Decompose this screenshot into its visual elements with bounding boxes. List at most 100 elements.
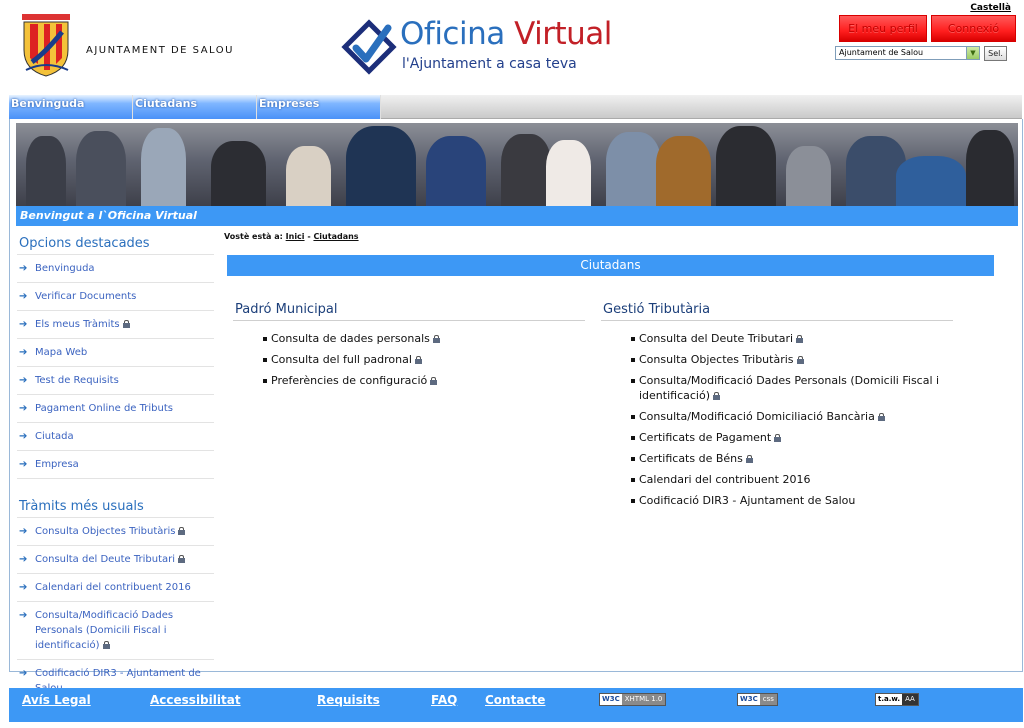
breadcrumb-current-link[interactable]: Ciutadans — [313, 232, 358, 241]
common-procedures-list: ➔ Consulta Objectes Tributàris ➔ Consulta d… — [17, 518, 214, 703]
sidebar-item-label[interactable]: Mapa Web — [35, 347, 87, 358]
breadcrumb: Vostè està a: Inici - Ciutadans — [224, 232, 359, 241]
connect-button[interactable]: Connexió — [931, 15, 1016, 42]
sidebar-item[interactable]: ➔ Consulta/Modificació Dades Personals (D… — [17, 602, 214, 660]
service-list-item[interactable]: Consulta de dades personals — [233, 331, 585, 346]
service-link[interactable]: Preferències de configuració — [271, 374, 427, 387]
my-profile-button[interactable]: El meu perfil — [839, 15, 927, 42]
footer-link-faq[interactable]: FAQ — [431, 693, 457, 707]
arrow-bullet-icon: ➔ — [19, 459, 28, 470]
service-list-item[interactable]: Codificació DIR3 - Ajuntament de Salou — [601, 493, 953, 508]
sidebar-item-label[interactable]: Empresa — [35, 459, 79, 470]
sidebar-item[interactable]: ➔ Mapa Web — [17, 339, 214, 367]
arrow-bullet-icon: ➔ — [19, 263, 28, 274]
service-list-item[interactable]: Consulta/Modificació Dades Personals (Do… — [601, 373, 953, 403]
sidebar-item[interactable]: ➔ Calendari del contribuent 2016 — [17, 574, 214, 602]
tab-benvinguda[interactable]: Benvinguda — [9, 95, 133, 119]
sidebar-item[interactable]: ➔ Els meus Tràmits — [17, 311, 214, 339]
sidebar-item-label[interactable]: Pagament Online de Tributs — [35, 403, 173, 414]
w3c-xhtml-badge-left: W3C — [600, 694, 622, 705]
service-list-item[interactable]: Consulta del Deute Tributari — [601, 331, 953, 346]
service-link[interactable]: Consulta Objectes Tributàris — [639, 353, 794, 366]
header-banner-photo — [16, 123, 1018, 206]
square-bullet-icon — [631, 499, 635, 503]
sidebar-item-label[interactable]: Benvinguda — [35, 263, 95, 274]
service-list-item[interactable]: Certificats de Pagament — [601, 430, 953, 445]
service-link[interactable]: Calendari del contribuent 2016 — [639, 473, 810, 486]
w3c-css-badge[interactable]: W3C css — [737, 693, 778, 706]
sidebar-item[interactable]: ➔ Verificar Documents — [17, 283, 214, 311]
service-list-item[interactable]: Calendari del contribuent 2016 — [601, 472, 953, 487]
site-title-part1: Oficina — [400, 16, 505, 52]
sidebar-item[interactable]: ➔ Consulta del Deute Tributari — [17, 546, 214, 574]
w3c-xhtml-badge[interactable]: W3C XHTML 1.0 — [599, 693, 667, 706]
sidebar-item-label-wrap: Consulta/Modificació Dades Personals (Do… — [35, 608, 214, 653]
arrow-bullet-icon: ➔ — [19, 431, 28, 442]
featured-options-title: Opcions destacades — [17, 236, 214, 255]
sidebar-item-label-wrap: Empresa — [35, 457, 214, 472]
chevron-down-icon[interactable]: ▼ — [966, 47, 979, 59]
square-bullet-icon — [631, 478, 635, 482]
arrow-bullet-icon: ➔ — [19, 554, 28, 565]
arrow-bullet-icon: ➔ — [19, 526, 28, 537]
breadcrumb-prefix: Vostè està a: — [224, 232, 283, 241]
sidebar: Opcions destacades ➔ Benvinguda ➔ Verificar… — [17, 236, 214, 703]
square-bullet-icon — [263, 337, 267, 341]
sidebar-item[interactable]: ➔ Pagament Online de Tributs — [17, 395, 214, 423]
site-tagline: l'Ajuntament a casa teva — [402, 56, 577, 72]
sidebar-item-label[interactable]: Test de Requisits — [35, 375, 119, 386]
service-link[interactable]: Codificació DIR3 - Ajuntament de Salou — [639, 494, 855, 507]
padro-municipal-list: Consulta de dades personals Consulta del … — [233, 331, 585, 388]
square-bullet-icon — [631, 379, 635, 383]
sidebar-item-label[interactable]: Consulta Objectes Tributàris — [35, 526, 175, 537]
service-link[interactable]: Consulta/Modificació Dades Personals (Do… — [639, 374, 939, 402]
salou-coat-of-arms-logo — [22, 14, 70, 77]
sidebar-item-label[interactable]: Els meus Tràmits — [35, 319, 120, 330]
sidebar-item[interactable]: ➔ Consulta Objectes Tributàris — [17, 518, 214, 546]
square-bullet-icon — [263, 379, 267, 383]
lock-icon — [178, 555, 186, 563]
lock-icon — [414, 356, 422, 364]
sidebar-item-label[interactable]: Calendari del contribuent 2016 — [35, 582, 191, 593]
taw-aa-badge[interactable]: t.a.w. AA — [875, 693, 919, 706]
tab-empreses[interactable]: Empreses — [257, 95, 381, 119]
select-entity-button[interactable]: Sel. — [984, 46, 1007, 61]
sidebar-item-label[interactable]: Consulta del Deute Tributari — [35, 554, 175, 565]
sidebar-item-label[interactable]: Ciutada — [35, 431, 74, 442]
service-list-item[interactable]: Consulta del full padronal — [233, 352, 585, 367]
sidebar-item-label-wrap: Pagament Online de Tributs — [35, 401, 214, 416]
padro-municipal-section: Padró Municipal Consulta de dades person… — [233, 302, 585, 394]
service-link[interactable]: Consulta/Modificació Domiciliació Bancàr… — [639, 410, 875, 423]
entity-select[interactable]: Ajuntament de Salou ▼ — [835, 46, 980, 60]
service-list-item[interactable]: Certificats de Béns — [601, 451, 953, 466]
service-link[interactable]: Certificats de Béns — [639, 452, 743, 465]
service-link[interactable]: Consulta del full padronal — [271, 353, 412, 366]
service-list-item[interactable]: Consulta Objectes Tributàris — [601, 352, 953, 367]
tab-ciutadans[interactable]: Ciutadans — [133, 95, 257, 119]
header: AJUNTAMENT DE SALOU Oficina Virtual l'Aj… — [0, 0, 1024, 92]
arrow-bullet-icon: ➔ — [19, 610, 28, 621]
breadcrumb-home-link[interactable]: Inici — [286, 232, 305, 241]
service-link[interactable]: Consulta del Deute Tributari — [639, 332, 793, 345]
taw-aa-badge-left: t.a.w. — [876, 694, 903, 705]
service-link[interactable]: Certificats de Pagament — [639, 431, 771, 444]
arrow-bullet-icon: ➔ — [19, 403, 28, 414]
oficina-virtual-check-logo — [341, 19, 397, 75]
footer-link-legal[interactable]: Avís Legal — [22, 693, 91, 707]
sidebar-item-label[interactable]: Verificar Documents — [35, 291, 136, 302]
square-bullet-icon — [631, 457, 635, 461]
sidebar-item[interactable]: ➔ Benvinguda — [17, 255, 214, 283]
footer-link-accessibility[interactable]: Accessibilitat — [150, 693, 241, 707]
sidebar-item[interactable]: ➔ Ciutada — [17, 423, 214, 451]
service-list-item[interactable]: Preferències de configuració — [233, 373, 585, 388]
sidebar-item[interactable]: ➔ Test de Requisits — [17, 367, 214, 395]
main-navigation: Benvinguda Ciutadans Empreses — [9, 95, 1022, 119]
language-link[interactable]: Castellà — [970, 3, 1011, 13]
sidebar-item[interactable]: ➔ Empresa — [17, 451, 214, 479]
square-bullet-icon — [631, 358, 635, 362]
footer-link-requirements[interactable]: Requisits — [317, 693, 380, 707]
footer-link-contact[interactable]: Contacte — [485, 693, 545, 707]
entity-select-value: Ajuntament de Salou — [839, 48, 924, 57]
service-list-item[interactable]: Consulta/Modificació Domiciliació Bancàr… — [601, 409, 953, 424]
service-link[interactable]: Consulta de dades personals — [271, 332, 430, 345]
